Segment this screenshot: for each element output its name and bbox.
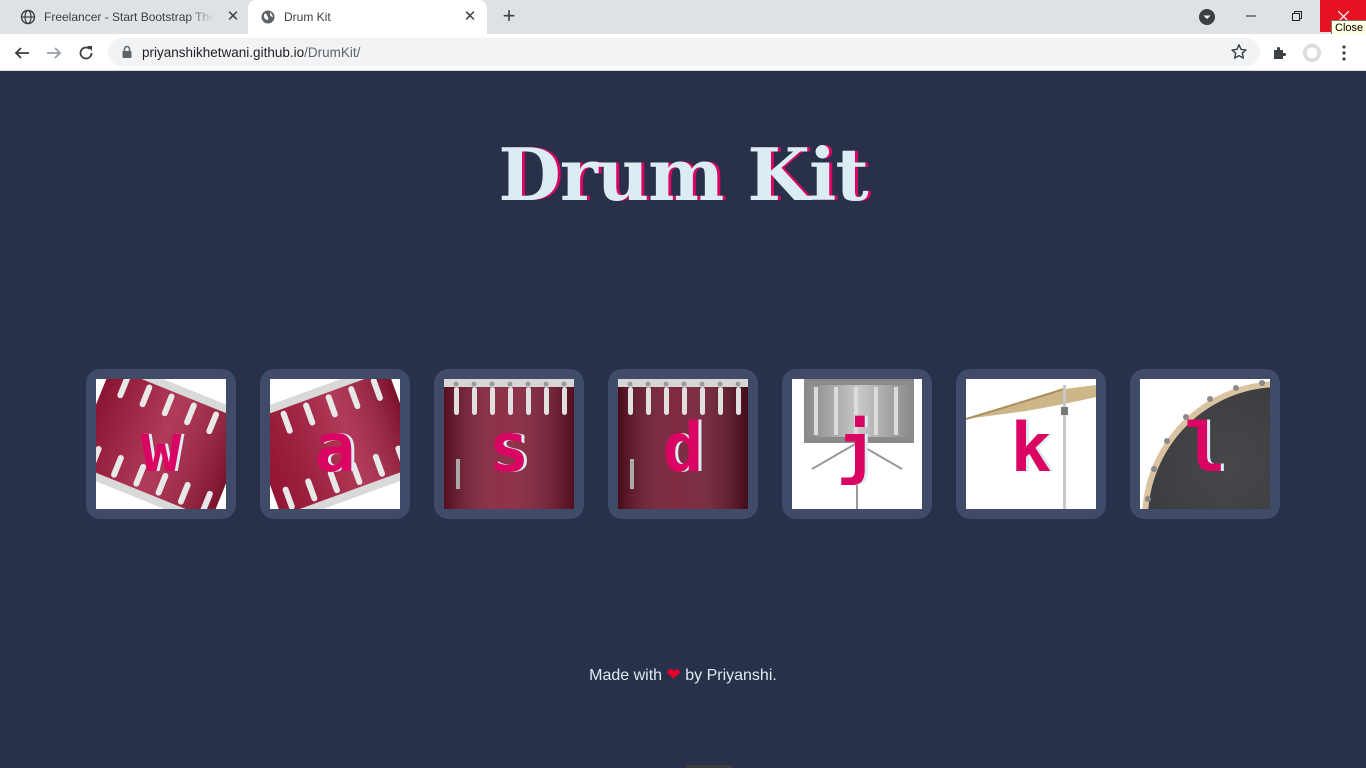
drum-key-label: l: [1184, 409, 1226, 488]
tab-strip: Freelancer - Start Bootstrap Theme ✕ Dru…: [0, 0, 1366, 36]
footer-text-before: Made with: [589, 667, 663, 684]
drum-key-label: j: [836, 409, 878, 488]
footer-text-after: by Priyanshi.: [685, 667, 777, 684]
url-host: priyanshikhetwani.github.io: [142, 45, 305, 60]
reload-icon: [79, 46, 93, 60]
address-bar[interactable]: priyanshikhetwani.github.io/DrumKit/: [108, 38, 1260, 66]
restore-icon: [1292, 11, 1302, 21]
drum-s[interactable]: s: [434, 369, 584, 519]
drum-d[interactable]: d: [608, 369, 758, 519]
url-text[interactable]: priyanshikhetwani.github.io/DrumKit/: [142, 45, 360, 60]
page-title: Drum Kit: [498, 132, 868, 217]
drum-set: w a s d j k l: [86, 369, 1280, 519]
bookmark-star-icon[interactable]: [1230, 43, 1248, 61]
heart-icon: ❤: [666, 665, 681, 684]
tab-search-icon[interactable]: [1198, 8, 1216, 26]
globe-icon: [261, 10, 275, 24]
tab-title: Drum Kit: [284, 10, 331, 24]
footer: Made with ❤ by Priyanshi.: [0, 665, 1366, 685]
drum-key-label: k: [1010, 409, 1052, 488]
tab-title: Freelancer - Start Bootstrap Theme: [44, 10, 214, 24]
drum-w[interactable]: w: [86, 369, 236, 519]
drum-k[interactable]: k: [956, 369, 1106, 519]
lock-icon[interactable]: [120, 45, 134, 59]
globe-icon: [20, 9, 36, 25]
forward-button[interactable]: [43, 42, 65, 64]
minimize-icon: [1246, 15, 1256, 17]
reload-button[interactable]: [75, 42, 97, 64]
tab-drum-kit[interactable]: Drum Kit ✕: [248, 0, 487, 34]
tab-freelancer[interactable]: Freelancer - Start Bootstrap Theme ✕: [8, 0, 248, 34]
drum-key-label: s: [488, 409, 530, 488]
drum-a[interactable]: a: [260, 369, 410, 519]
back-button[interactable]: [11, 42, 33, 64]
close-tab-icon[interactable]: ✕: [224, 8, 242, 26]
drum-key-label: d: [662, 409, 704, 488]
drum-j[interactable]: j: [782, 369, 932, 519]
puzzle-icon: [1274, 47, 1286, 59]
drum-key-label: a: [314, 409, 356, 488]
minimize-button[interactable]: [1228, 0, 1274, 32]
avatar-icon: [1302, 43, 1322, 63]
menu-button[interactable]: [1334, 43, 1354, 63]
new-tab-button[interactable]: +: [499, 5, 519, 27]
arrow-right-icon: [47, 47, 62, 59]
close-tab-icon[interactable]: ✕: [461, 8, 479, 26]
kebab-menu-icon: [1342, 45, 1346, 61]
profile-button[interactable]: [1302, 43, 1322, 63]
drum-key-label: w: [140, 409, 182, 488]
restore-button[interactable]: [1274, 0, 1320, 32]
drum-l[interactable]: l: [1130, 369, 1280, 519]
browser-toolbar: priyanshikhetwani.github.io/DrumKit/: [0, 34, 1366, 71]
arrow-left-icon: [14, 47, 29, 59]
url-path: /DrumKit/: [304, 45, 361, 60]
extensions-button[interactable]: [1270, 43, 1290, 63]
page-content: Drum Kit w a s d j k l Made with ❤ by Pr…: [0, 71, 1366, 768]
